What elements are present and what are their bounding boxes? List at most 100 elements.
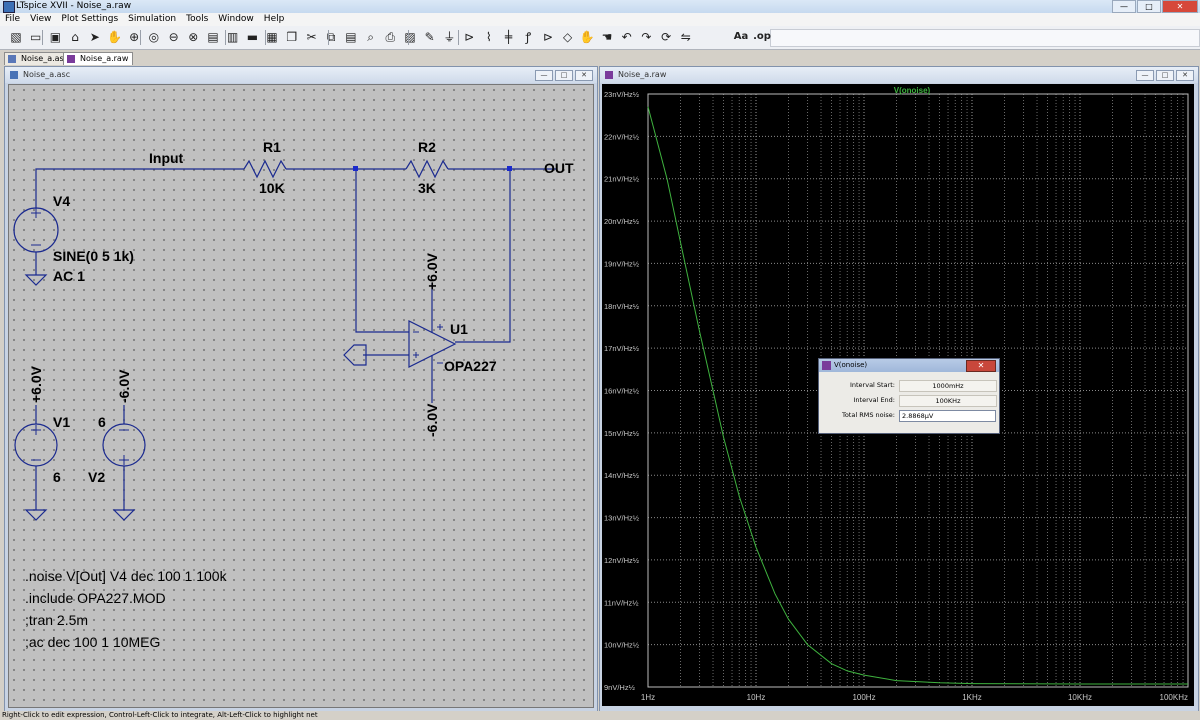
cut-icon[interactable]: ✂	[304, 29, 320, 45]
resistor-icon[interactable]: ⌇	[481, 29, 497, 45]
total-rms-label: Total RMS noise:	[841, 411, 895, 419]
control-panel-icon[interactable]: ⌂	[67, 29, 83, 45]
neg-supply-label[interactable]: -6.0V	[424, 403, 440, 437]
y-tick-label: 10nV/Hz½	[604, 641, 640, 650]
text-icon[interactable]: Aa	[731, 29, 751, 45]
tab-noise-raw[interactable]: Noise_a.raw	[63, 52, 134, 65]
menu-simulation[interactable]: Simulation	[123, 13, 181, 26]
spice-directive-line[interactable]: .include OPA227.MOD	[25, 590, 166, 606]
spice-directives: .noise V[Out] V4 dec 100 1 100k .include …	[25, 568, 228, 650]
ground-icon[interactable]: ⏚	[441, 29, 457, 45]
trace-label-vonoise[interactable]: V(onoise)	[894, 86, 931, 95]
draw-wire-icon[interactable]: ✎	[422, 29, 438, 45]
plot-settings-icon[interactable]: ▥	[225, 29, 241, 45]
resistor-r2[interactable]	[405, 159, 449, 179]
menu-help[interactable]: Help	[259, 13, 290, 26]
waveform-window-caption: Noise_a.raw — □ ✕	[600, 67, 1198, 83]
interval-end-field: 100KHz	[899, 395, 997, 407]
print-setup-icon[interactable]: ▨	[402, 29, 418, 45]
new-schematic-icon[interactable]: ▧	[8, 29, 24, 45]
spice-directive-line[interactable]: .noise V[Out] V4 dec 100 1 100k	[25, 568, 228, 584]
net-label-input[interactable]: Input	[149, 150, 184, 166]
capacitor-icon[interactable]: ╪	[501, 29, 517, 45]
run-icon[interactable]: ➤	[87, 29, 103, 45]
title-bar: LTspice XVII - Noise_a.raw — □ ✕	[0, 0, 1200, 14]
save-icon[interactable]: ▣	[47, 29, 63, 45]
schematic-minimize-button[interactable]: —	[535, 70, 553, 81]
y-tick-label: 21nV/Hz½	[604, 175, 640, 184]
r1-name: R1	[263, 139, 281, 155]
schematic-window-title: Noise_a.asc	[23, 70, 71, 79]
spice-directive-icon[interactable]: .op	[752, 29, 772, 45]
schematic-canvas[interactable]: Input OUT R1 10K R2 3K V4 SINE(0 5 1k) A…	[8, 84, 594, 708]
drag-icon[interactable]: ☚	[599, 29, 615, 45]
maximize-button[interactable]: □	[1137, 0, 1161, 13]
interval-start-label: Interval Start:	[849, 381, 895, 389]
x-tick-label: 100Hz	[852, 693, 875, 702]
toolbar-separator	[42, 30, 43, 45]
zoom-pan-icon[interactable]: ◎	[146, 29, 162, 45]
paste-icon[interactable]: ▤	[343, 29, 359, 45]
redo-icon[interactable]: ↷	[638, 29, 654, 45]
zoom-cancel-icon[interactable]: ⊗	[185, 29, 201, 45]
tile-vertical-icon[interactable]: ▦	[264, 29, 280, 45]
window-title: LTspice XVII - Noise_a.raw	[16, 1, 132, 11]
resistor-r1[interactable]	[243, 159, 287, 179]
toolbar-separator	[140, 30, 141, 45]
ground-v1	[24, 405, 48, 521]
menu-view[interactable]: View	[25, 13, 56, 26]
r2-value: 3K	[418, 180, 436, 196]
schematic-close-button[interactable]: ✕	[575, 70, 593, 81]
diode-icon[interactable]: ⊳	[540, 29, 556, 45]
junction-dot	[507, 166, 512, 171]
toolbar-separator	[328, 30, 329, 45]
wire-inv[interactable]	[355, 169, 409, 333]
waveform-restore-button[interactable]: □	[1156, 70, 1174, 81]
window-controls: — □ ✕	[1111, 0, 1198, 13]
move-icon[interactable]: ✋	[579, 29, 595, 45]
undo-icon[interactable]: ↶	[619, 29, 635, 45]
label-net-icon[interactable]: ⊳	[461, 29, 477, 45]
autorange-icon[interactable]: ▤	[205, 29, 221, 45]
v1-rail-label[interactable]: +6.0V	[28, 365, 44, 403]
y-tick-label: 12nV/Hz½	[604, 556, 640, 565]
total-rms-field[interactable]: 2.8868µV	[899, 410, 996, 422]
inductor-icon[interactable]: ꝭ	[520, 29, 536, 45]
pos-supply-label[interactable]: +6.0V	[424, 252, 440, 290]
wire-feedback[interactable]	[455, 169, 511, 343]
component-icon[interactable]: ◇	[560, 29, 576, 45]
tab-label: Noise_a.raw	[80, 54, 129, 63]
print-icon[interactable]: ⎙	[382, 29, 398, 45]
tile-horizontal-icon[interactable]: ▬	[244, 29, 260, 45]
find-icon[interactable]: ⌕	[363, 29, 379, 45]
y-tick-label: 13nV/Hz½	[604, 514, 640, 523]
waveform-minimize-button[interactable]: —	[1136, 70, 1154, 81]
menu-file[interactable]: File	[0, 13, 25, 26]
zoom-out-icon[interactable]: ⊖	[166, 29, 182, 45]
copy-icon[interactable]: ⧉	[323, 29, 339, 45]
v1-value: 6	[53, 469, 61, 485]
menu-tools[interactable]: Tools	[181, 13, 213, 26]
waveform-close-button[interactable]: ✕	[1176, 70, 1194, 81]
y-tick-label: 19nV/Hz½	[604, 259, 640, 268]
close-button[interactable]: ✕	[1162, 0, 1198, 13]
tab-label: Noise_a.asc	[21, 54, 69, 63]
interval-end-label: Interval End:	[853, 396, 895, 404]
rotate-icon[interactable]: ⟳	[658, 29, 674, 45]
spice-directive-line[interactable]: ;tran 2.5m	[25, 612, 88, 628]
halt-icon[interactable]: ✋	[107, 29, 123, 45]
schematic-restore-button[interactable]: □	[555, 70, 573, 81]
schematic-window-caption: Noise_a.asc — □ ✕	[5, 67, 597, 83]
wire-input[interactable]	[35, 168, 244, 195]
mirror-icon[interactable]: ⇋	[678, 29, 694, 45]
net-label-out[interactable]: OUT	[544, 160, 574, 176]
r1-value: 10K	[259, 180, 285, 196]
menu-window[interactable]: Window	[213, 13, 259, 26]
menu-plot-settings[interactable]: Plot Settings	[56, 13, 123, 26]
v2-rail-label[interactable]: -6.0V	[116, 369, 132, 403]
status-bar: Right-Click to edit expression, Control-…	[0, 711, 1200, 720]
dialog-close-button[interactable]: ✕	[966, 360, 996, 372]
minimize-button[interactable]: —	[1112, 0, 1136, 13]
cascade-icon[interactable]: ❐	[284, 29, 300, 45]
spice-directive-line[interactable]: ;ac dec 100 1 10MEG	[25, 634, 160, 650]
